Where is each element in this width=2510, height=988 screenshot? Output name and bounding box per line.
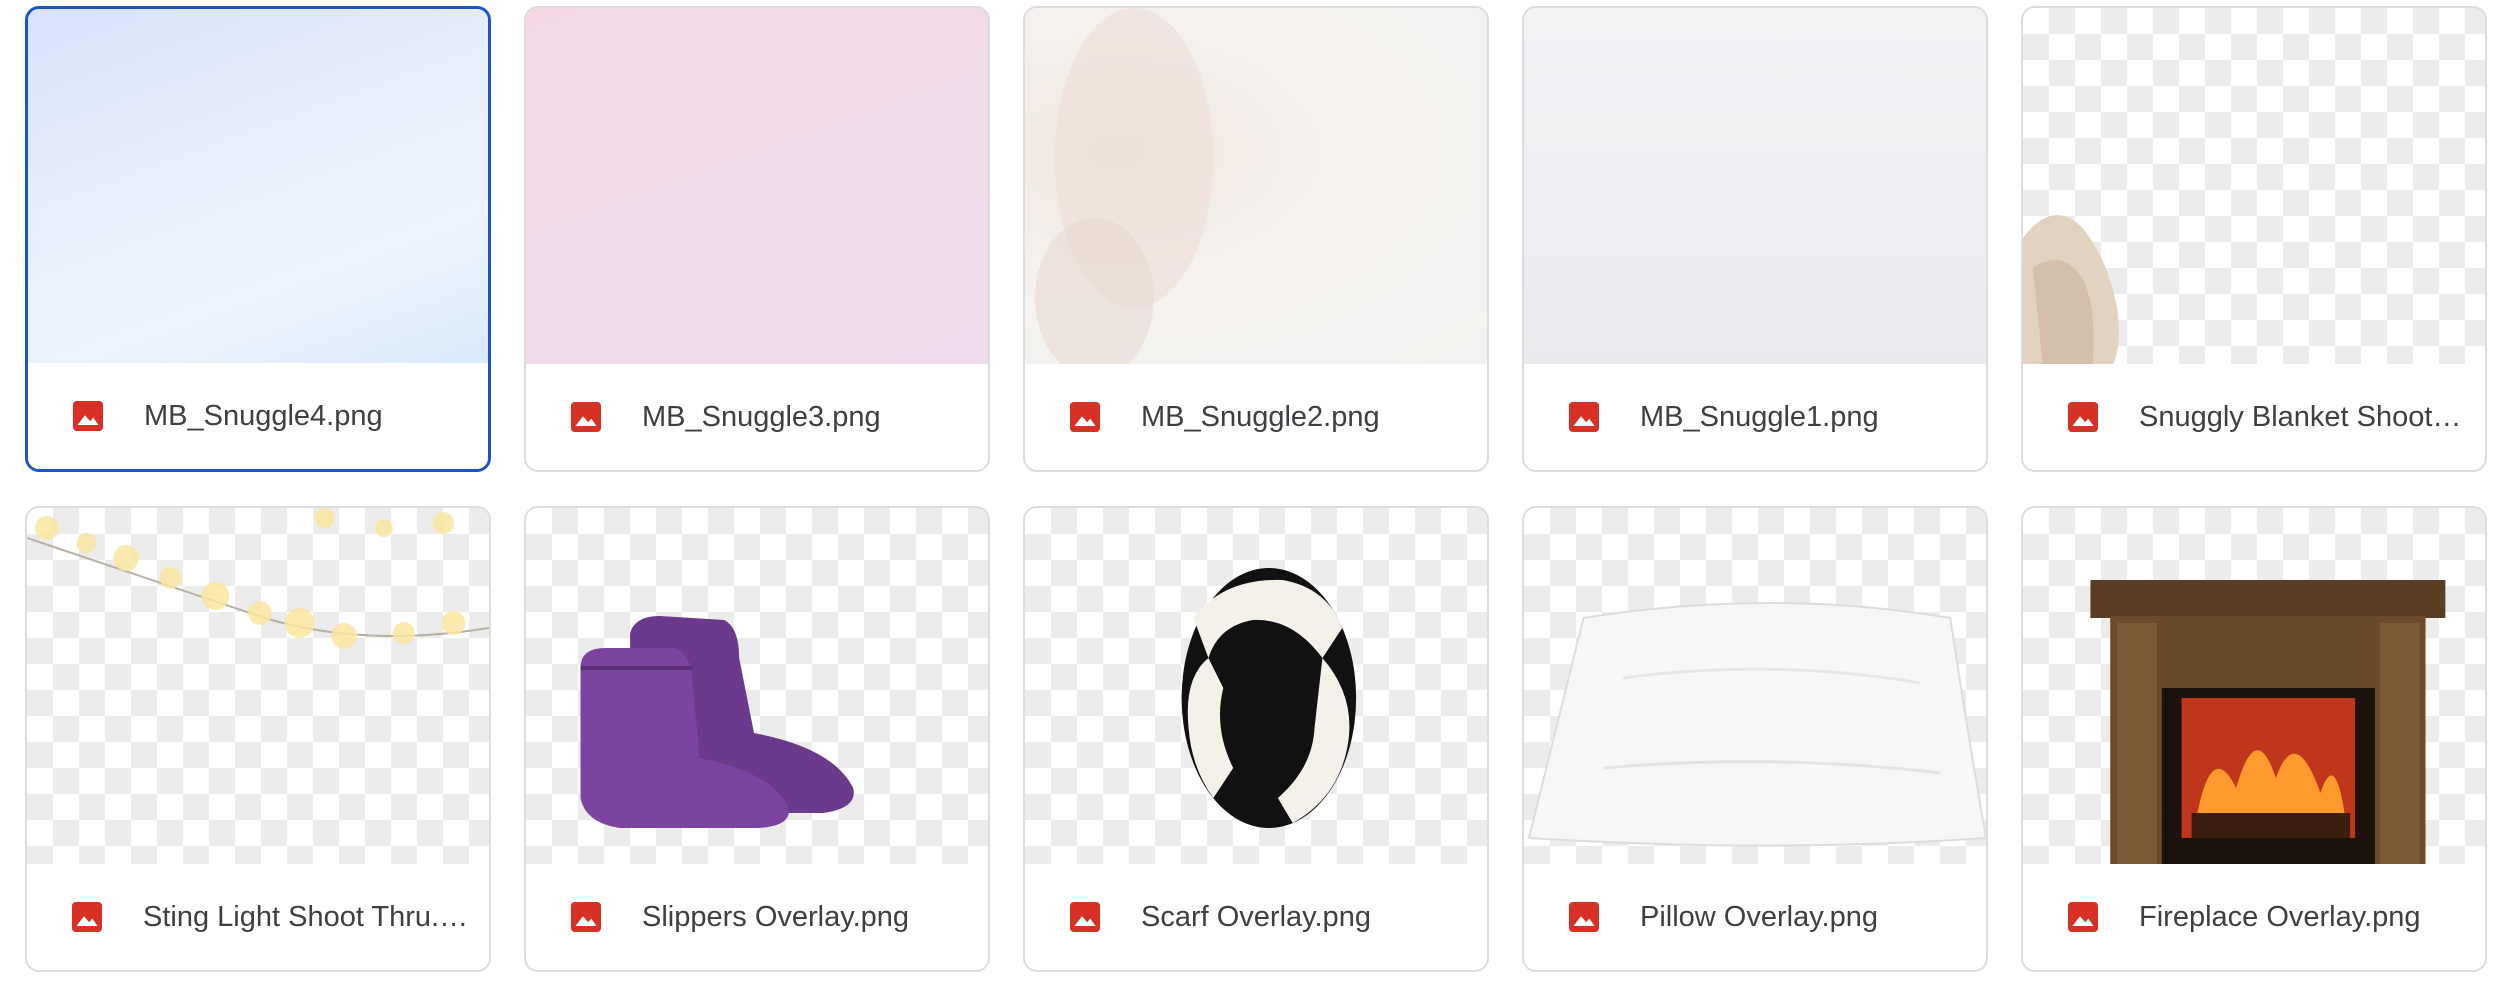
file-name: MB_Snuggle1.png: [1640, 400, 1879, 433]
file-card[interactable]: Scarf Overlay.png: [1023, 506, 1489, 972]
image-file-icon: [69, 899, 105, 935]
file-footer: Snuggly Blanket Shoot…: [2023, 364, 2485, 470]
image-file-icon: [1566, 399, 1602, 435]
file-footer: Pillow Overlay.png: [1524, 864, 1986, 970]
file-name: MB_Snuggle3.png: [642, 400, 881, 433]
file-name: Scarf Overlay.png: [1141, 900, 1371, 933]
file-thumbnail: [1524, 8, 1986, 366]
image-file-icon: [1067, 399, 1103, 435]
file-card[interactable]: Fireplace Overlay.png: [2021, 506, 2487, 972]
image-file-icon: [70, 398, 106, 434]
file-card[interactable]: Sting Light Shoot Thru.…: [25, 506, 491, 972]
file-thumbnail: [1025, 508, 1487, 866]
file-thumbnail: [2023, 508, 2485, 866]
file-thumbnail: [2023, 8, 2485, 366]
file-name: Sting Light Shoot Thru.…: [143, 900, 469, 933]
image-file-icon: [1067, 899, 1103, 935]
file-thumbnail: [526, 508, 988, 866]
image-file-icon: [568, 899, 604, 935]
image-file-icon: [1566, 899, 1602, 935]
file-footer: MB_Snuggle4.png: [28, 363, 488, 469]
file-footer: MB_Snuggle2.png: [1025, 364, 1487, 470]
file-footer: MB_Snuggle3.png: [526, 364, 988, 470]
file-name: Pillow Overlay.png: [1640, 900, 1879, 933]
file-grid: MB_Snuggle4.png MB_Snuggle3.png MB_Snugg…: [25, 6, 2487, 972]
file-thumbnail: [1524, 508, 1986, 866]
file-thumbnail: [28, 9, 488, 367]
image-file-icon: [2065, 899, 2101, 935]
file-name: Snuggly Blanket Shoot…: [2139, 400, 2462, 433]
file-footer: Fireplace Overlay.png: [2023, 864, 2485, 970]
file-thumbnail: [1025, 8, 1487, 366]
file-card[interactable]: MB_Snuggle2.png: [1023, 6, 1489, 472]
file-footer: Slippers Overlay.png: [526, 864, 988, 970]
file-card[interactable]: MB_Snuggle4.png: [25, 6, 491, 472]
file-thumbnail: [27, 508, 489, 866]
image-file-icon: [2065, 399, 2101, 435]
image-file-icon: [568, 399, 604, 435]
file-name: MB_Snuggle2.png: [1141, 400, 1380, 433]
file-footer: MB_Snuggle1.png: [1524, 364, 1986, 470]
file-thumbnail: [526, 8, 988, 366]
file-card[interactable]: Snuggly Blanket Shoot…: [2021, 6, 2487, 472]
file-name: Slippers Overlay.png: [642, 900, 910, 933]
file-card[interactable]: MB_Snuggle1.png: [1522, 6, 1988, 472]
file-card[interactable]: MB_Snuggle3.png: [524, 6, 990, 472]
file-name: MB_Snuggle4.png: [144, 399, 383, 432]
file-card[interactable]: Slippers Overlay.png: [524, 506, 990, 972]
file-footer: Scarf Overlay.png: [1025, 864, 1487, 970]
file-footer: Sting Light Shoot Thru.…: [27, 864, 489, 970]
file-name: Fireplace Overlay.png: [2139, 900, 2421, 933]
file-card[interactable]: Pillow Overlay.png: [1522, 506, 1988, 972]
